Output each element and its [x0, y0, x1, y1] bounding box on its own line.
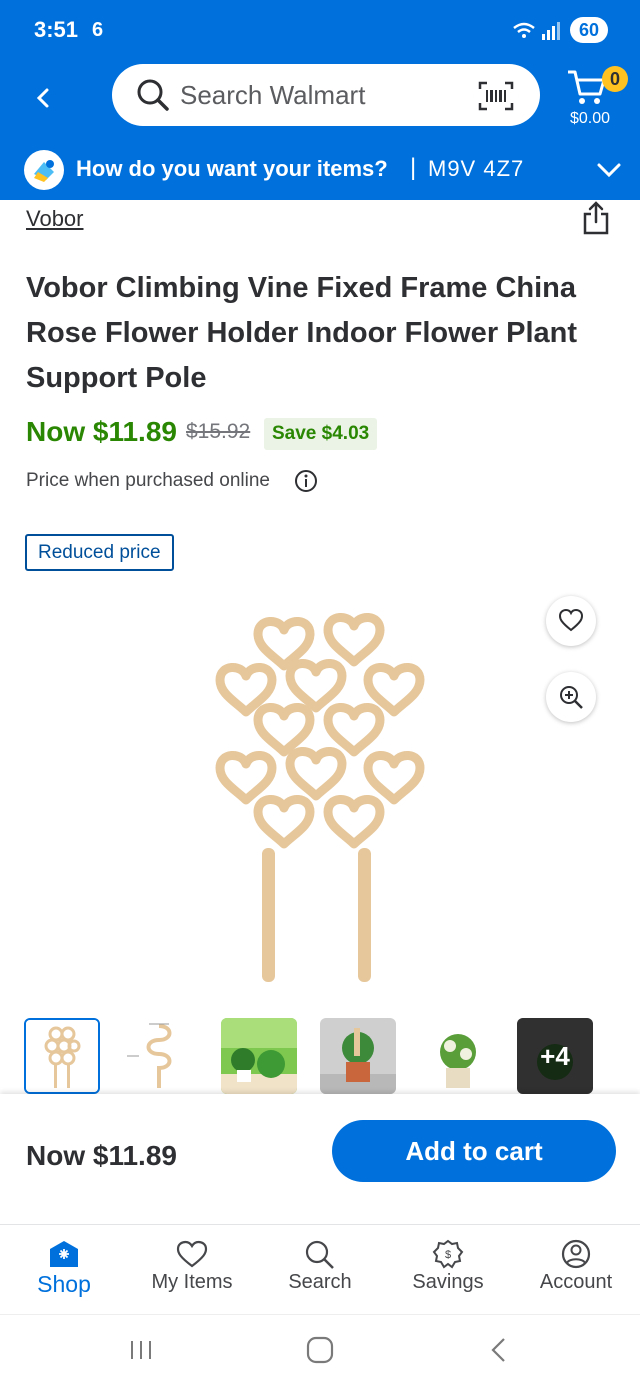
thumbnail-1[interactable]: [24, 1018, 100, 1094]
search-bar[interactable]: [112, 64, 540, 126]
reduced-price-badge: Reduced price: [25, 534, 174, 571]
thumbnail-4[interactable]: [320, 1018, 396, 1094]
plant-support-image: [200, 608, 440, 982]
savings-icon: $: [432, 1239, 464, 1269]
tab-label: Savings: [412, 1271, 484, 1293]
thumbnail-more[interactable]: +4: [517, 1018, 593, 1094]
home-icon[interactable]: [304, 1335, 336, 1365]
search-input[interactable]: [180, 76, 470, 114]
barcode-scanner-icon[interactable]: [478, 81, 514, 111]
signal-icon: [513, 22, 560, 40]
svg-text:$: $: [445, 1249, 451, 1261]
battery-level: 60: [570, 17, 608, 43]
current-price: Now $11.89: [26, 416, 177, 447]
chevron-down-icon: [597, 163, 621, 178]
tab-savings[interactable]: $ Savings: [384, 1233, 512, 1313]
account-icon: [561, 1239, 591, 1269]
delivery-question: How do you want your items?: [76, 156, 388, 181]
buybar-price: Now $11.89: [26, 1140, 177, 1171]
zoom-in-icon: [560, 686, 583, 709]
buy-bar: Now $11.89 Add to cart: [0, 1094, 640, 1224]
chevron-left-icon: [36, 88, 49, 108]
add-to-cart-button[interactable]: Add to cart: [332, 1120, 616, 1182]
share-icon[interactable]: [582, 200, 610, 236]
status-time: 3:51: [34, 17, 79, 42]
product-image[interactable]: [200, 608, 440, 988]
more-images-count: +4: [517, 1018, 593, 1094]
tab-search[interactable]: Search: [256, 1233, 384, 1313]
system-nav-bar: [0, 1314, 640, 1388]
tab-my-items[interactable]: My Items: [128, 1233, 256, 1313]
search-icon: [137, 79, 169, 111]
back-nav-icon[interactable]: [484, 1335, 514, 1365]
back-button[interactable]: [26, 80, 62, 116]
product-title: Vobor Climbing Vine Fixed Frame China Ro…: [26, 272, 578, 394]
thumbnail-2[interactable]: [121, 1018, 197, 1094]
heart-icon: [176, 1240, 208, 1268]
bottom-tab-bar: Shop My Items Search $ Savings Account: [0, 1224, 640, 1314]
delivery-icon: [24, 150, 64, 190]
tab-label: Search: [288, 1271, 352, 1293]
zoom-button[interactable]: [546, 672, 596, 722]
shop-icon: [50, 1241, 78, 1267]
savings-badge: Save $4.03: [264, 418, 378, 450]
price-note: Price when purchased online: [26, 470, 270, 491]
tab-label: Shop: [37, 1271, 91, 1297]
image-thumbnails: +4: [24, 1018, 624, 1094]
tab-shop[interactable]: Shop: [0, 1233, 128, 1313]
favorite-button[interactable]: [546, 596, 596, 646]
search-icon: [305, 1240, 334, 1269]
thumbnail-3[interactable]: [221, 1018, 297, 1094]
recent-apps-icon[interactable]: [126, 1335, 156, 1365]
original-price: $15.92: [186, 420, 251, 443]
delivery-separator: |: [410, 154, 417, 181]
info-icon[interactable]: [294, 469, 318, 493]
postal-code: M9V 4Z7: [428, 156, 525, 181]
cart-button[interactable]: 0 $0.00: [566, 66, 630, 132]
tab-label: My Items: [151, 1271, 233, 1293]
tab-label: Account: [539, 1271, 613, 1293]
cart-count-badge: 0: [602, 66, 628, 92]
tab-account[interactable]: Account: [512, 1233, 640, 1313]
thumbnail-5[interactable]: [420, 1018, 496, 1094]
app-header: 0 $0.00: [0, 60, 640, 140]
status-bar: 3:51 6 60: [0, 0, 640, 60]
sim-icon: 6: [92, 19, 104, 41]
delivery-selector[interactable]: How do you want your items? | M9V 4Z7: [0, 140, 640, 200]
heart-icon: [558, 608, 584, 632]
price-row: Now $11.89 $15.92 Save $4.03: [26, 414, 626, 454]
brand-link[interactable]: Vobor: [26, 206, 84, 232]
cart-total: $0.00: [570, 110, 611, 127]
